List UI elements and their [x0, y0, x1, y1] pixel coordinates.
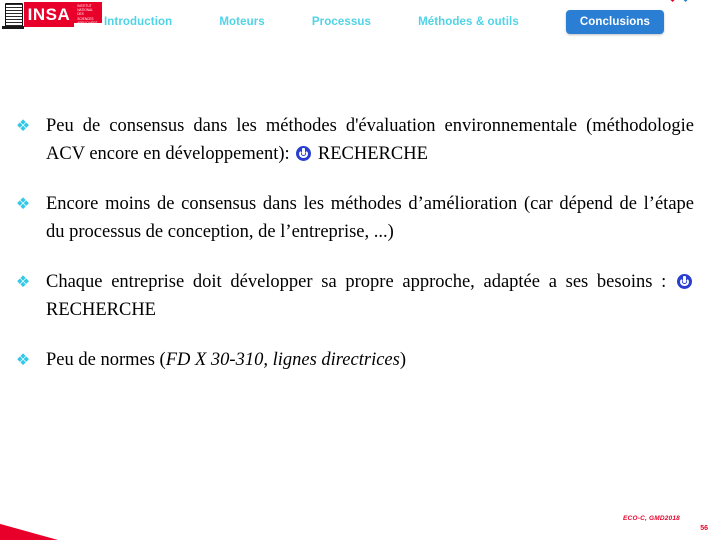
insa-seal-icon: [2, 1, 24, 29]
bullet-marker: ❖: [15, 194, 31, 213]
bottom-left-wedge-decoration: [0, 523, 58, 540]
insa-brand-text: INSA: [23, 2, 75, 27]
list-item: ❖ Peu de consensus dans les méthodes d'é…: [0, 112, 720, 168]
bullet-text-1: Peu de consensus dans les méthodes d'éva…: [46, 112, 720, 168]
bullet-3-text-a: Chaque entreprise doit développer sa pro…: [46, 272, 675, 292]
footer-reference: ECO-C, GMD2018: [623, 515, 680, 522]
nav-item-introduction[interactable]: Introduction: [104, 16, 172, 28]
insa-seal-inner: [5, 3, 23, 27]
bullet-marker: ❖: [15, 116, 31, 135]
nav-item-conclusions[interactable]: Conclusions: [565, 10, 665, 34]
section-navbar: Introduction Moteurs Processus Méthodes …: [104, 8, 665, 36]
ribbon-band-white: [672, 0, 720, 3]
insa-logo: INSA INSTITUT NATIONAL DES SCIENCES APPL…: [23, 2, 102, 27]
bullet-3-text-b: RECHERCHE: [46, 300, 156, 320]
list-item: ❖ Peu de normes (FD X 30-310, lignes dir…: [0, 346, 720, 374]
power-icon: [677, 274, 692, 289]
bullet-text-2: Encore moins de consensus dans les métho…: [46, 194, 694, 242]
logo-area: INSA INSTITUT NATIONAL DES SCIENCES APPL…: [0, 0, 102, 30]
bullet-4-norm-reference: FD X 30-310, lignes directrices: [165, 350, 400, 370]
corner-ribbon-decoration: [668, 0, 720, 40]
nav-item-processus[interactable]: Processus: [312, 16, 371, 28]
insa-seal-bar: [2, 26, 24, 29]
bullet-4-text-a: Peu de normes (: [46, 350, 166, 370]
nav-item-moteurs[interactable]: Moteurs: [219, 16, 264, 28]
nav-item-methodes-outils[interactable]: Méthodes & outils: [418, 16, 519, 28]
bullet-marker: ❖: [15, 272, 31, 291]
insa-brand-subtitle: INSTITUT NATIONAL DES SCIENCES APPLIQUÉE…: [74, 2, 102, 23]
bullet-text-4: Peu de normes (FD X 30-310, lignes direc…: [46, 346, 720, 374]
bullet-1-text-b: RECHERCHE: [313, 144, 428, 164]
list-item: ❖ Encore moins de consensus dans les mét…: [0, 190, 720, 246]
list-item: ❖ Chaque entreprise doit développer sa p…: [0, 268, 720, 324]
bullet-text-3: Chaque entreprise doit développer sa pro…: [46, 268, 720, 324]
bullet-4-text-b: ): [399, 350, 407, 370]
bullet-marker: ❖: [15, 350, 31, 369]
footer-page-number: 56: [700, 525, 708, 532]
slide-content: ❖ Peu de consensus dans les méthodes d'é…: [0, 112, 720, 396]
power-icon: [296, 146, 312, 161]
ribbon-band-blue: [679, 0, 720, 3]
